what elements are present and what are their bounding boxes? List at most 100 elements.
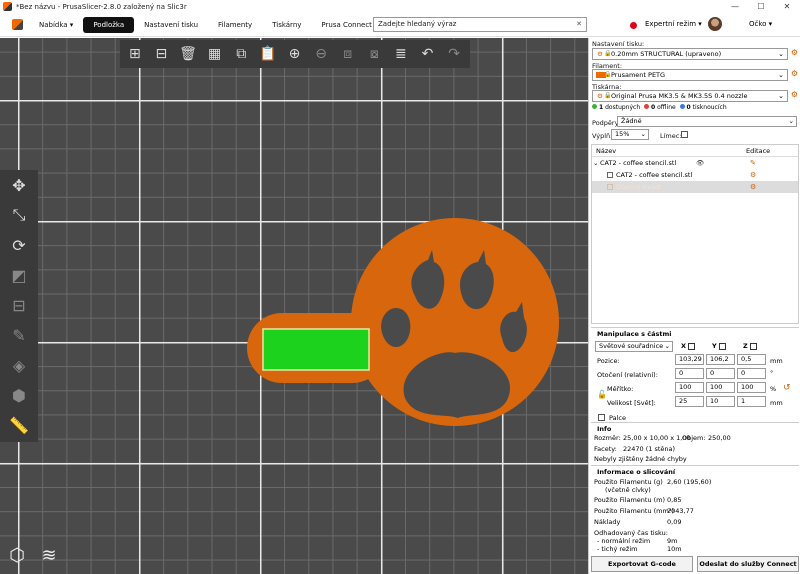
chevron-down-icon: ⌄ [778,92,784,100]
scale-x-input[interactable]: 100 [675,382,704,393]
inches-checkbox[interactable] [598,414,605,421]
settings-icon: ⚙ [597,50,603,58]
position-x-input[interactable]: 103,29 [675,354,704,365]
size-x-input[interactable]: 25 [675,396,704,407]
reset-scale-icon[interactable]: ↺ [783,383,791,393]
gear-icon[interactable]: ⚙ [750,181,756,193]
filament-m-value: 0,85 [667,496,682,504]
supports-combo[interactable]: Žádné ⌄ [617,116,797,127]
rotation-x-input[interactable]: 0 [675,368,704,379]
brim-checkbox[interactable] [681,131,688,138]
move-icon[interactable]: ✥ [0,170,38,200]
add-object-icon[interactable]: ⊞ [124,43,146,65]
available-dot-icon [592,104,597,109]
rotation-y-input[interactable]: 0 [706,368,735,379]
print-settings-combo[interactable]: ⚙ 🔒 0.20mm STRUCTURAL (upraveno) ⌄ [592,48,788,60]
export-gcode-button[interactable]: Exportovat G-code [591,556,693,572]
printer-combo[interactable]: ⚙ 🔒 Original Prusa MK3.5 & MK3.5S 0.4 no… [592,90,788,102]
mode-indicator-icon [630,22,637,29]
user-menu[interactable]: Očko ▾ [749,20,772,28]
position-label: Pozice: [597,357,620,365]
edit-icon[interactable]: ✎ [750,157,756,169]
arrange-icon[interactable]: ▦ [204,43,226,65]
menu-button[interactable]: Nabídka ▾ [29,17,83,33]
scale-icon[interactable]: ⤡ [0,200,38,230]
scale-z-input[interactable]: 100 [737,382,766,393]
split-objects-icon[interactable]: ⧈ [337,43,359,65]
delete-all-icon[interactable]: 🗑 [177,43,199,65]
edit-printer-icon[interactable]: ⚙ [791,90,798,99]
collapse-icon[interactable]: ⌄ [593,157,598,169]
measure-icon[interactable]: 📏 [0,410,38,440]
3d-view-icon[interactable]: ⬡ [4,542,30,568]
tab-print-settings[interactable]: Nastavení tisku [134,17,208,33]
printer-value: Original Prusa MK3.5 & MK3.5S 0.4 nozzle [611,92,748,100]
modifier-cuboid[interactable] [262,328,370,371]
column-name: Název [596,147,617,155]
gear-icon[interactable]: ⚙ [750,169,756,181]
undo-icon[interactable]: ↶ [417,43,439,65]
remove-instance-icon[interactable]: ⊖ [310,43,332,65]
rotate-icon[interactable]: ⟳ [0,230,38,260]
chevron-down-icon: ⌄ [778,50,784,58]
model-preview[interactable] [0,38,588,574]
chevron-down-icon: ⌄ [788,117,794,125]
layers-icon[interactable]: ≣ [390,43,412,65]
available-label: dostupných [605,104,641,111]
cost-value: 0,09 [667,518,682,526]
clear-search-icon[interactable]: ✕ [576,18,582,31]
infill-combo[interactable]: 15% ⌄ [611,129,649,140]
manipulation-title: Manipulace s částmi [597,330,672,338]
copy-icon[interactable]: ⧉ [230,43,252,65]
delete-icon[interactable]: ⊟ [151,43,173,65]
list-item[interactable]: Obecný Kvádr ⚙ [592,181,798,193]
axis-z-icon [749,342,757,350]
cut-icon[interactable]: ⊟ [0,290,38,320]
seam-painting-icon[interactable]: ◈ [0,350,38,380]
edit-filament-icon[interactable]: ⚙ [791,69,798,78]
tab-printers[interactable]: Tiskárny [262,17,311,33]
position-z-input[interactable]: 0,5 [737,354,766,365]
search-input[interactable]: Zadejte hledaný výraz ✕ [373,17,587,32]
axis-y-icon [718,342,726,350]
app-icon [3,2,12,11]
emboss-icon[interactable]: ⬢ [0,380,38,410]
top-toolbar: ⊞ ⊟ 🗑 ▦ ⧉ 📋 ⊕ ⊖ ⧈ ⧇ ≣ ↶ ↷ [120,40,470,68]
size-z-input[interactable]: 1 [737,396,766,407]
paint-supports-icon[interactable]: ✎ [0,320,38,350]
list-item[interactable]: ⌄ CAT2 - coffee stencil.stl 👁 ✎ [592,157,798,169]
eye-icon[interactable]: 👁 [696,157,704,169]
tab-plater[interactable]: Podložka [83,16,135,33]
position-y-input[interactable]: 106,2 [706,354,735,365]
print-settings-value: 0.20mm STRUCTURAL (upraveno) [611,50,722,58]
edit-print-settings-icon[interactable]: ⚙ [791,48,798,57]
split-parts-icon[interactable]: ⧇ [363,43,385,65]
add-instance-icon[interactable]: ⊕ [284,43,306,65]
filament-combo[interactable]: 🔒 Prusament PETG ⌄ [592,69,788,81]
axis-z: Z [743,342,748,350]
send-to-connect-button[interactable]: Odeslat do služby Connect [697,556,799,572]
3d-view-canvas[interactable]: ⊞ ⊟ 🗑 ▦ ⧉ 📋 ⊕ ⊖ ⧈ ⧇ ≣ ↶ ↷ ✥ ⤡ ⟳ ◩ ⊟ ✎ ◈ … [0,38,588,574]
size-y-input[interactable]: 10 [706,396,735,407]
tab-prusa-connect[interactable]: Prusa Connect [311,17,382,33]
list-item[interactable]: CAT2 - coffee stencil.stl ⚙ [592,169,798,181]
minimize-button[interactable]: — [722,0,748,13]
slice-info-title: Informace o slicování [597,468,676,476]
lock-scale-icon[interactable]: 🔓 [597,390,607,399]
place-on-face-icon[interactable]: ◩ [0,260,38,290]
printing-label: tisknoucích [692,104,727,111]
scale-y-input[interactable]: 100 [706,382,735,393]
paste-icon[interactable]: 📋 [257,43,279,65]
preview-icon[interactable]: ≋ [36,542,62,568]
close-button[interactable]: ✕ [774,0,800,13]
redo-icon[interactable]: ↷ [443,43,465,65]
prusa-logo-icon [12,19,23,30]
coordinate-system-combo[interactable]: Světové souřadnice ⌄ [595,341,673,352]
mode-selector[interactable]: Expertní režim ▾ [645,20,702,28]
tab-filaments[interactable]: Filamenty [208,17,262,33]
rotation-z-input[interactable]: 0 [737,368,766,379]
supports-label: Podpěry: [592,119,621,127]
avatar[interactable] [708,17,722,31]
maximize-button[interactable]: ☐ [748,0,774,13]
time-label: Odhadovaný čas tisku: [594,529,668,537]
